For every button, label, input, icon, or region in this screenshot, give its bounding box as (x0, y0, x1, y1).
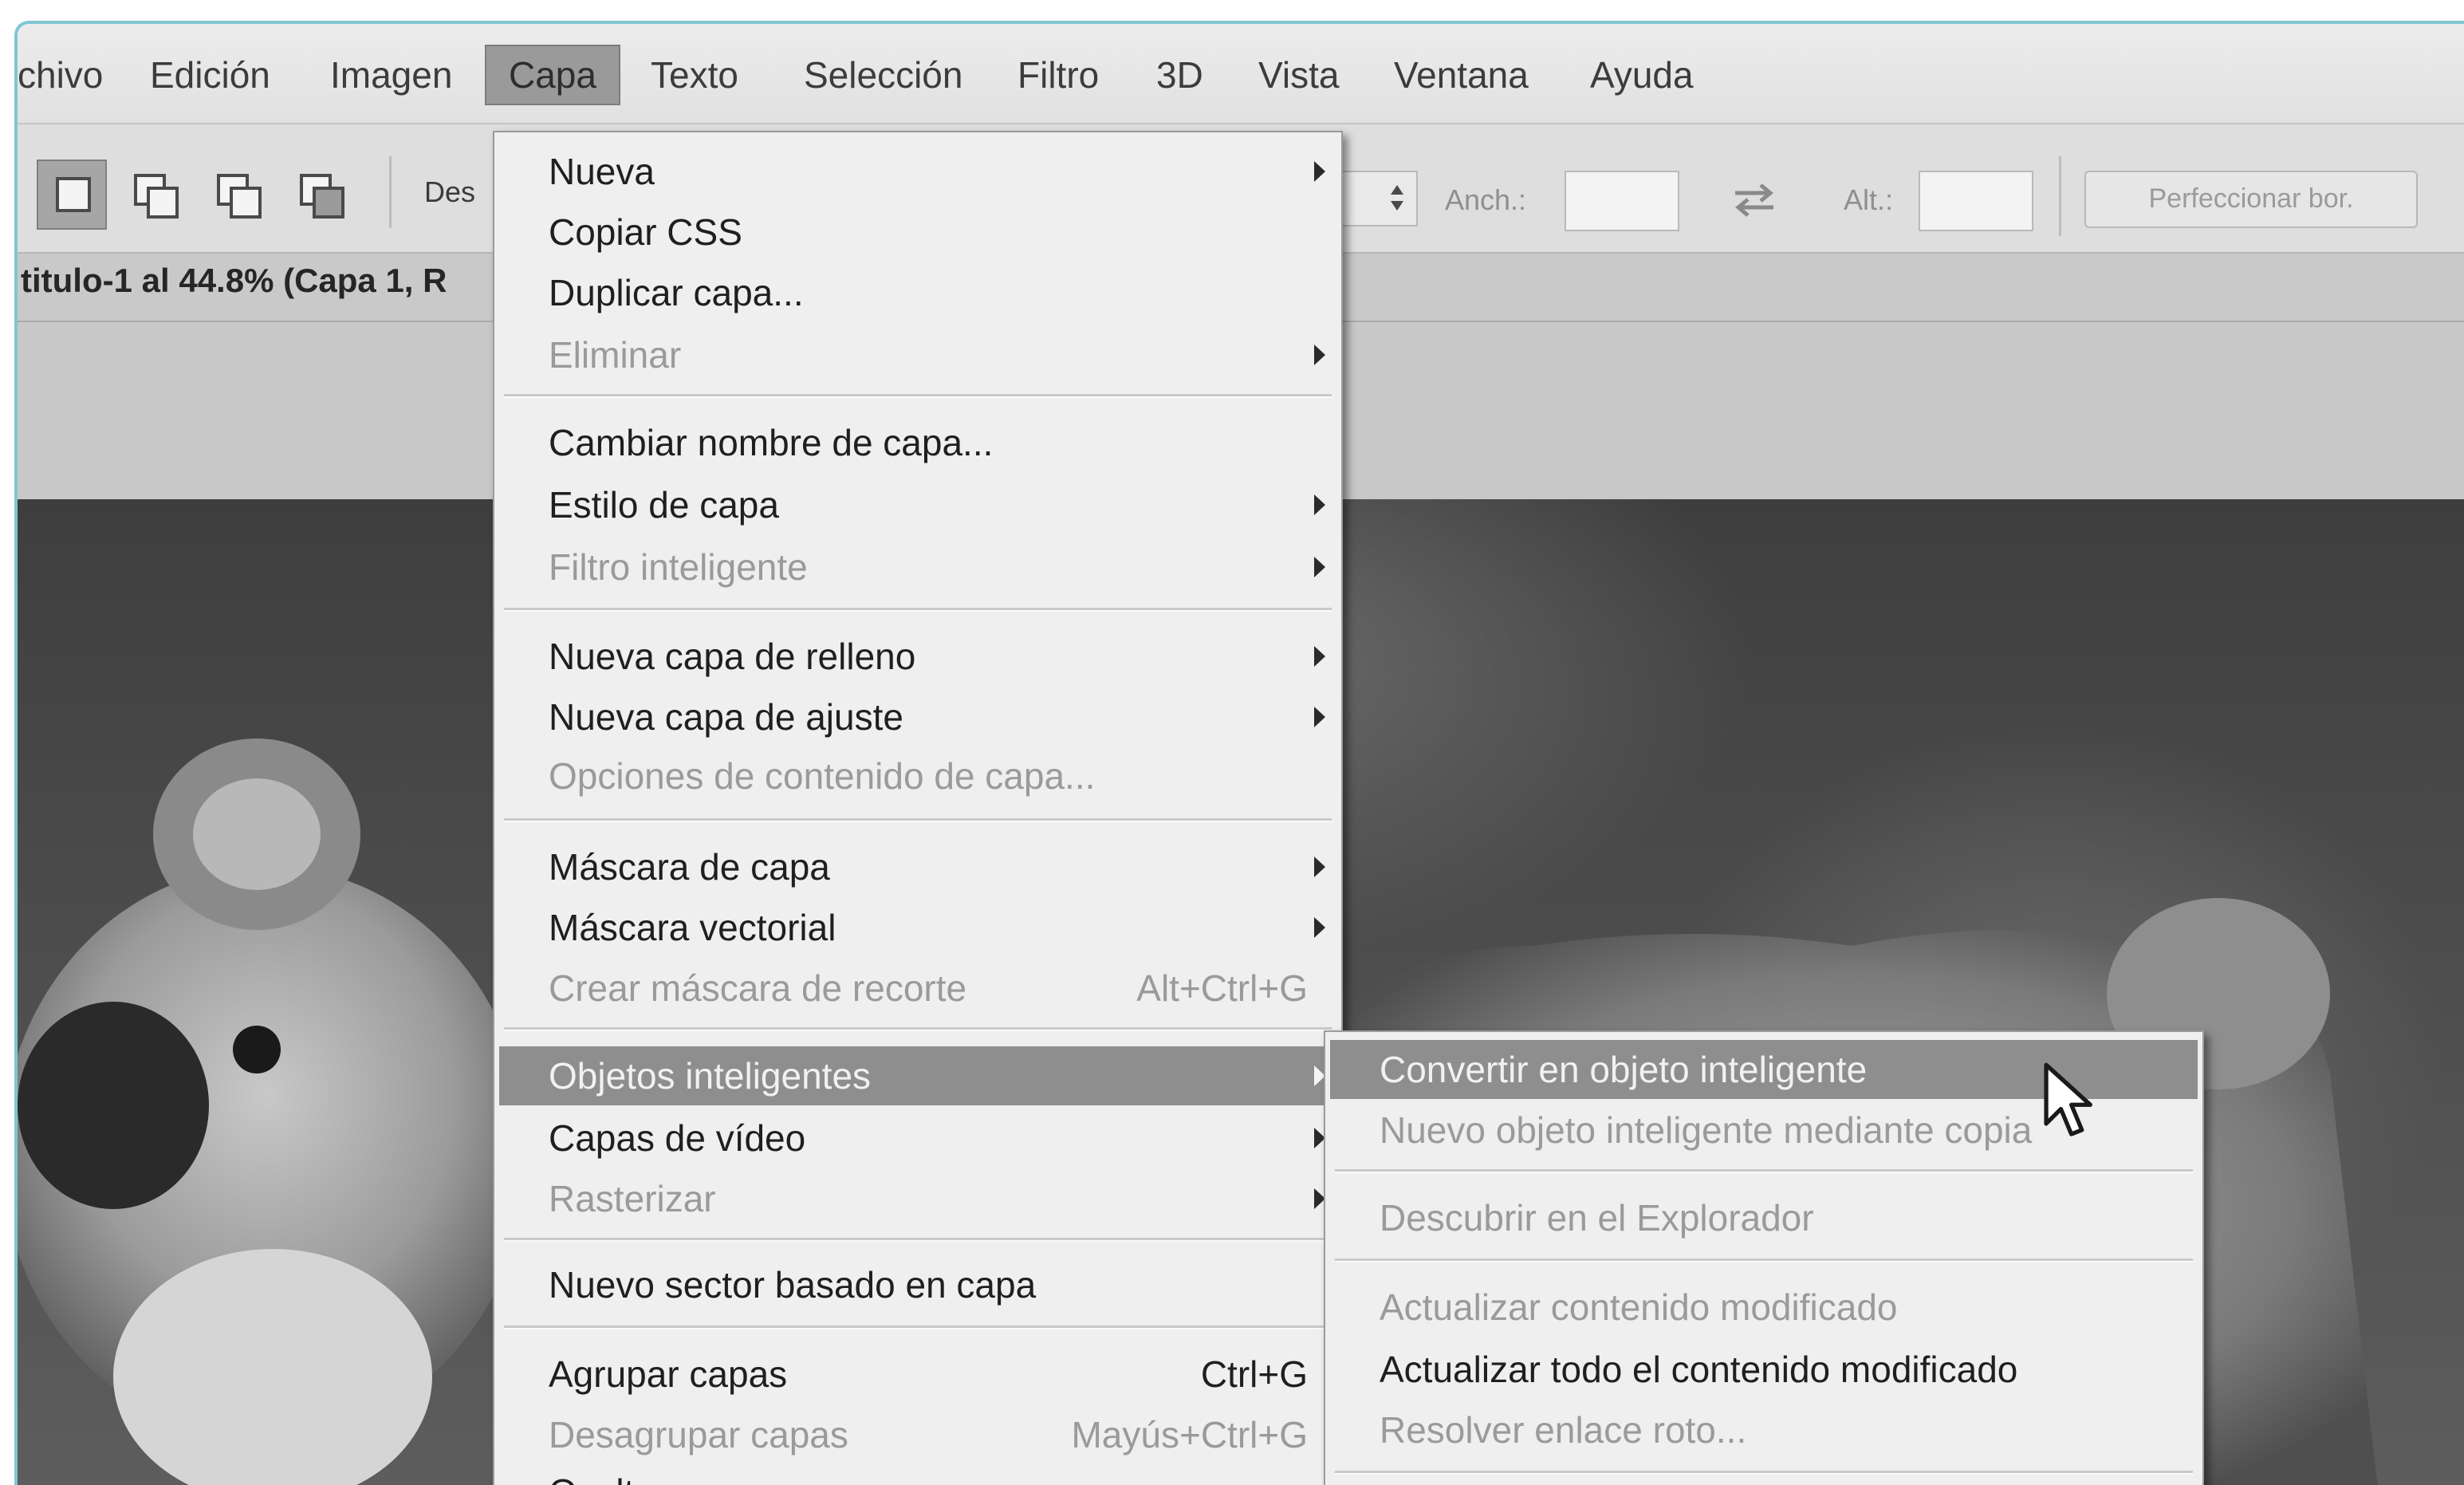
menu-item-objetos-inteligentes[interactable]: Objetos inteligentes (499, 1046, 1336, 1105)
intersect-selection-icon[interactable] (285, 160, 356, 230)
menu-bar: chivo Edición Imagen Capa Texto Selecció… (18, 24, 2464, 124)
submenu-arrow-icon (1314, 345, 1325, 365)
menu-item-mascara-capa[interactable]: Máscara de capa (499, 837, 1336, 896)
submenu-arrow-icon (1314, 917, 1325, 938)
shortcut-label: Mayús+Ctrl+G (1071, 1414, 1308, 1455)
menu-separator (504, 1027, 1332, 1031)
mouse-cursor-icon (2044, 1062, 2092, 1136)
submenu-arrow-icon (1314, 161, 1325, 182)
menu-item-nuevo-sector[interactable]: Nuevo sector basado en capa (499, 1255, 1336, 1314)
submenu-arrow-icon (1314, 557, 1325, 577)
menu-item-copiar-css[interactable]: Copiar CSS (499, 203, 1336, 262)
menu-item-nueva[interactable]: Nueva (499, 142, 1336, 201)
menu-item-desagrupar-capas: Desagrupar capas Mayús+Ctrl+G (499, 1405, 1336, 1464)
menu-separator (504, 394, 1332, 398)
submenu-arrow-icon (1314, 494, 1325, 515)
menu-archivo[interactable]: chivo (18, 46, 103, 104)
options-divider (2059, 156, 2061, 236)
add-to-selection-icon[interactable] (120, 160, 190, 230)
shortcut-label: Ctrl+G (1200, 1353, 1308, 1395)
new-selection-icon[interactable] (37, 160, 107, 230)
menu-separator (1335, 1259, 2193, 1262)
menu-item-cambiar-nombre[interactable]: Cambiar nombre de capa... (499, 413, 1336, 472)
menu-item-opciones-contenido: Opciones de contenido de capa... (549, 755, 1096, 797)
menu-separator (504, 1238, 1332, 1242)
subtract-from-selection-icon[interactable] (203, 160, 273, 230)
document-tab-title[interactable]: titulo-1 al 44.8% (Capa 1, R (21, 262, 447, 300)
menu-ayuda[interactable]: Ayuda (1590, 46, 1694, 104)
width-label: Anch.: (1445, 183, 1527, 216)
menu-separator (504, 818, 1332, 822)
menu-separator (1335, 1471, 2193, 1475)
submenu-arrow-icon (1314, 857, 1325, 877)
menu-3d[interactable]: 3D (1156, 46, 1203, 104)
height-label: Alt.: (1844, 183, 1894, 216)
photoshop-window: chivo Edición Imagen Capa Texto Selecció… (14, 21, 2464, 1485)
swap-icon[interactable] (1729, 180, 1780, 220)
menu-item-estilo-de-capa[interactable]: Estilo de capa (499, 475, 1336, 534)
menu-item-nueva-capa-ajuste[interactable]: Nueva capa de ajuste (499, 687, 1336, 746)
menu-item-nueva-capa-relleno[interactable]: Nueva capa de relleno (499, 627, 1336, 686)
menu-item-mascara-vectorial[interactable]: Máscara vectorial (499, 898, 1336, 957)
menu-edicion[interactable]: Edición (150, 46, 270, 104)
menu-item-eliminar: Eliminar (499, 325, 1336, 384)
menu-item-resolver-enlace: Resolver enlace roto... (1380, 1409, 1747, 1451)
shortcut-label: Alt+Ctrl+G (1136, 967, 1308, 1009)
menu-capa[interactable]: Capa (485, 45, 620, 105)
menu-item-capas-video[interactable]: Capas de vídeo (499, 1109, 1336, 1168)
menu-item-filtro-inteligente: Filtro inteligente (499, 538, 1336, 597)
menu-item-actualizar-todo[interactable]: Actualizar todo el contenido modificado (1330, 1340, 2198, 1399)
menu-imagen[interactable]: Imagen (330, 46, 452, 104)
menu-item-crear-mascara-recorte: Crear máscara de recorte Alt+Ctrl+G (499, 959, 1336, 1018)
menu-separator (1335, 1169, 2193, 1173)
menu-filtro[interactable]: Filtro (1017, 46, 1099, 104)
menu-seleccion[interactable]: Selección (804, 46, 962, 104)
submenu-arrow-icon (1314, 646, 1325, 667)
menu-vista[interactable]: Vista (1258, 46, 1339, 104)
menu-item-agrupar-capas[interactable]: Agrupar capas Ctrl+G (499, 1345, 1336, 1404)
style-label: Des (424, 175, 476, 208)
refine-edge-button[interactable]: Perfeccionar bor. (2084, 171, 2418, 228)
menu-item-actualizar-contenido: Actualizar contenido modificado (1380, 1286, 1898, 1328)
menu-item-descubrir-explorador: Descubrir en el Explorador (1380, 1197, 1814, 1239)
options-divider (389, 156, 392, 228)
submenu-arrow-icon (1314, 707, 1325, 727)
menu-texto[interactable]: Texto (651, 46, 738, 104)
menu-separator (504, 608, 1332, 612)
height-input[interactable] (1919, 171, 2033, 231)
menu-separator (504, 1325, 1332, 1329)
spinner-arrows-icon (1391, 185, 1403, 211)
menu-item-duplicar-capa[interactable]: Duplicar capa... (499, 263, 1336, 322)
menu-item-rasterizar: Rasterizar (499, 1169, 1336, 1228)
width-input[interactable] (1565, 171, 1679, 231)
capa-menu: Nueva Copiar CSS Duplicar capa... Elimin… (493, 131, 1343, 1485)
menu-ventana[interactable]: Ventana (1394, 46, 1529, 104)
